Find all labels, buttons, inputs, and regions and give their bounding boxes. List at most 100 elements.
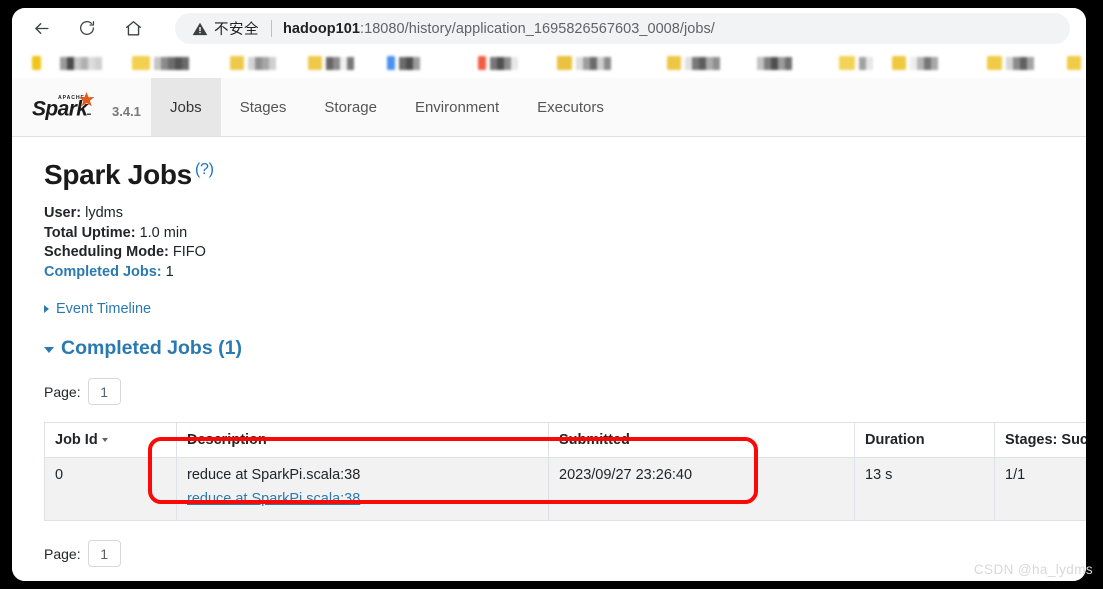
table-row: 0 reduce at SparkPi.scala:38 reduce at S… bbox=[44, 457, 1086, 521]
cell-submitted: 2023/09/27 23:26:40 bbox=[548, 457, 855, 521]
browser-window: 不安全 hadoop101:18080/history/application_… bbox=[12, 8, 1086, 581]
page-input-bottom[interactable] bbox=[87, 540, 121, 567]
bookmark-label bbox=[60, 56, 102, 70]
spark-brand[interactable]: APACHE Spark 3.4.1 bbox=[12, 78, 151, 136]
reload-icon[interactable] bbox=[72, 13, 102, 43]
sort-descending-icon bbox=[101, 438, 108, 443]
page-title: Spark Jobs (?) bbox=[44, 159, 1054, 191]
folder-icon bbox=[839, 56, 855, 70]
home-icon[interactable] bbox=[118, 13, 148, 43]
meta-completed: Completed Jobs: 1 bbox=[44, 263, 1054, 283]
address-bar[interactable]: 不安全 hadoop101:18080/history/application_… bbox=[175, 13, 1070, 44]
cell-description: reduce at SparkPi.scala:38 reduce at Spa… bbox=[176, 457, 549, 521]
column-header-job-id[interactable]: Job Id bbox=[44, 422, 177, 458]
bookmark-item[interactable] bbox=[892, 54, 938, 72]
column-header-description[interactable]: Description bbox=[176, 422, 549, 458]
event-timeline-label: Event Timeline bbox=[56, 301, 152, 317]
page-input-top[interactable] bbox=[87, 378, 121, 405]
cell-description-link[interactable]: reduce at SparkPi.scala:38 bbox=[187, 491, 548, 507]
bookmark-label bbox=[326, 56, 354, 70]
bookmark-item[interactable] bbox=[60, 54, 102, 72]
bookmark-label bbox=[1006, 56, 1034, 70]
column-header-submitted[interactable]: Submitted bbox=[548, 422, 855, 458]
meta-scheduling-label: Scheduling Mode: bbox=[44, 244, 169, 260]
bookmark-item[interactable] bbox=[132, 54, 189, 72]
bookmark-item[interactable] bbox=[32, 54, 45, 72]
bookmark-item[interactable] bbox=[987, 54, 1034, 72]
tab-stages[interactable]: Stages bbox=[221, 78, 306, 136]
bookmark-item[interactable] bbox=[557, 54, 611, 72]
bookmark-item[interactable] bbox=[387, 54, 420, 72]
tab-storage[interactable]: Storage bbox=[305, 78, 396, 136]
meta-completed-value: 1 bbox=[165, 263, 174, 280]
meta-user: User: lydms bbox=[44, 204, 1054, 224]
spark-version-label: 3.4.1 bbox=[112, 104, 141, 119]
cell-stages: 1/1 bbox=[994, 457, 1086, 521]
folder-icon bbox=[667, 56, 681, 70]
url-path: :18080/history/application_1695826567603… bbox=[360, 20, 715, 37]
meta-scheduling: Scheduling Mode: FIFO bbox=[44, 243, 1054, 263]
jobs-table: Job Id Description Submitted Duration St… bbox=[44, 422, 1086, 521]
event-timeline-toggle[interactable]: Event Timeline bbox=[44, 301, 1054, 317]
help-question-icon[interactable]: (?) bbox=[195, 161, 214, 178]
bookmark-item[interactable] bbox=[757, 54, 792, 72]
page-viewport: APACHE Spark 3.4.1 Jobs Stages Storage E… bbox=[12, 78, 1086, 581]
bookmark-item[interactable] bbox=[308, 54, 354, 72]
folder-icon bbox=[892, 56, 906, 70]
job-summary-meta: User: lydms Total Uptime: 1.0 min Schedu… bbox=[44, 204, 1054, 282]
bookmark-label bbox=[248, 56, 276, 70]
bookmark-item[interactable] bbox=[230, 54, 276, 72]
meta-completed-label[interactable]: Completed Jobs: bbox=[44, 264, 162, 280]
meta-uptime-label: Total Uptime: bbox=[44, 224, 136, 241]
omnibox-divider bbox=[271, 20, 272, 37]
spark-navbar: APACHE Spark 3.4.1 Jobs Stages Storage E… bbox=[12, 78, 1086, 137]
bookmark-label bbox=[910, 56, 938, 70]
bookmark-label bbox=[859, 56, 873, 70]
table-header-row: Job Id Description Submitted Duration St… bbox=[44, 422, 1086, 458]
svg-text:Spark: Spark bbox=[32, 98, 89, 121]
bookmark-label bbox=[757, 56, 792, 70]
spark-logo-icon: APACHE Spark bbox=[30, 90, 106, 124]
bookmark-item[interactable] bbox=[478, 54, 518, 72]
folder-icon bbox=[308, 56, 322, 70]
meta-uptime-value: 1.0 min bbox=[139, 224, 188, 241]
cell-duration: 13 s bbox=[854, 457, 995, 521]
tab-environment[interactable]: Environment bbox=[396, 78, 518, 136]
bookmark-label bbox=[685, 56, 720, 70]
page-title-text: Spark Jobs bbox=[44, 159, 192, 190]
meta-user-label: User: bbox=[44, 205, 82, 221]
browser-toolbar: 不安全 hadoop101:18080/history/application_… bbox=[12, 8, 1086, 48]
completed-jobs-heading: Completed Jobs (1) bbox=[61, 337, 242, 359]
warning-triangle-icon bbox=[192, 21, 208, 37]
bookmark-label bbox=[576, 56, 611, 70]
spark-nav-tabs: Jobs Stages Storage Environment Executor… bbox=[151, 78, 623, 136]
tab-jobs[interactable]: Jobs bbox=[151, 78, 221, 136]
tab-executors[interactable]: Executors bbox=[518, 78, 623, 136]
bookmark-label bbox=[399, 56, 420, 70]
bookmark-label bbox=[490, 56, 518, 70]
bookmark-item[interactable] bbox=[1067, 54, 1085, 72]
column-header-job-id-label: Job Id bbox=[55, 432, 98, 448]
column-header-duration[interactable]: Duration bbox=[854, 422, 995, 458]
url-host: hadoop101 bbox=[283, 20, 360, 37]
folder-icon bbox=[32, 56, 41, 70]
back-arrow-icon[interactable] bbox=[26, 13, 56, 43]
meta-uptime: Total Uptime: 1.0 min bbox=[44, 224, 1054, 244]
bookmarks-bar[interactable] bbox=[12, 48, 1086, 78]
folder-icon bbox=[478, 56, 486, 70]
bookmark-label bbox=[154, 56, 189, 70]
folder-icon bbox=[230, 56, 244, 70]
completed-jobs-toggle[interactable]: Completed Jobs (1) bbox=[44, 337, 1054, 360]
security-status-label: 不安全 bbox=[214, 22, 259, 38]
folder-icon bbox=[557, 56, 572, 70]
bookmark-item[interactable] bbox=[667, 54, 720, 72]
bookmark-item[interactable] bbox=[839, 54, 873, 72]
cell-description-text: reduce at SparkPi.scala:38 bbox=[187, 467, 361, 483]
column-header-stages[interactable]: Stages: Succe bbox=[994, 422, 1086, 458]
pagination-bottom: Page: bbox=[44, 540, 1054, 567]
pagination-top: Page: bbox=[44, 378, 1054, 405]
meta-scheduling-value: FIFO bbox=[172, 244, 206, 260]
watermark: CSDN @ha_lydms bbox=[973, 562, 1093, 577]
folder-icon bbox=[1067, 56, 1081, 70]
folder-icon bbox=[132, 56, 150, 70]
